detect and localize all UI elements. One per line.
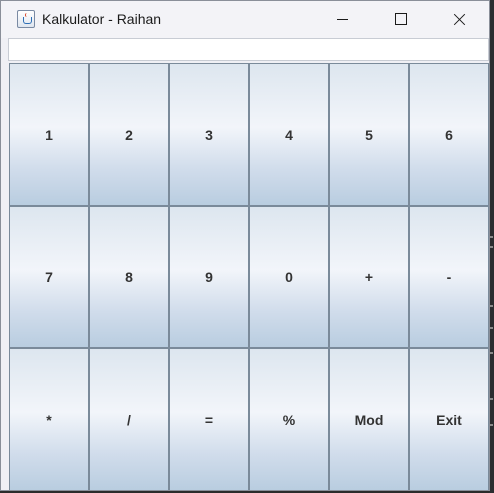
button-0[interactable]: 0 xyxy=(249,206,329,348)
button-7[interactable]: 7 xyxy=(9,206,89,348)
divide-button[interactable]: / xyxy=(89,348,169,490)
button-5[interactable]: 5 xyxy=(329,63,409,206)
minimize-icon[interactable] xyxy=(319,1,365,38)
exit-button[interactable]: Exit xyxy=(409,348,489,490)
java-app-icon xyxy=(17,10,35,28)
button-4[interactable]: 4 xyxy=(249,63,329,206)
button-2[interactable]: 2 xyxy=(89,63,169,206)
button-9[interactable]: 9 xyxy=(169,206,249,348)
multiply-button[interactable]: * xyxy=(9,348,89,490)
equals-button[interactable]: = xyxy=(169,348,249,490)
maximize-icon[interactable] xyxy=(378,1,424,38)
percent-button[interactable]: % xyxy=(249,348,329,490)
button-3[interactable]: 3 xyxy=(169,63,249,206)
display-field[interactable] xyxy=(8,38,489,61)
mod-button[interactable]: Mod xyxy=(329,348,409,490)
window-title: Kalkulator - Raihan xyxy=(42,11,162,27)
button-1[interactable]: 1 xyxy=(9,63,89,206)
add-button[interactable]: + xyxy=(329,206,409,348)
title-bar[interactable]: Kalkulator - Raihan xyxy=(1,1,489,38)
button-8[interactable]: 8 xyxy=(89,206,169,348)
calculator-window: Kalkulator - Raihan 1 2 3 4 5 6 7 8 9 0 … xyxy=(0,0,490,491)
keypad: 1 2 3 4 5 6 7 8 9 0 + - * / = % Mod Exit xyxy=(9,63,489,490)
subtract-button[interactable]: - xyxy=(409,206,489,348)
close-icon[interactable] xyxy=(436,1,482,38)
button-6[interactable]: 6 xyxy=(409,63,489,206)
